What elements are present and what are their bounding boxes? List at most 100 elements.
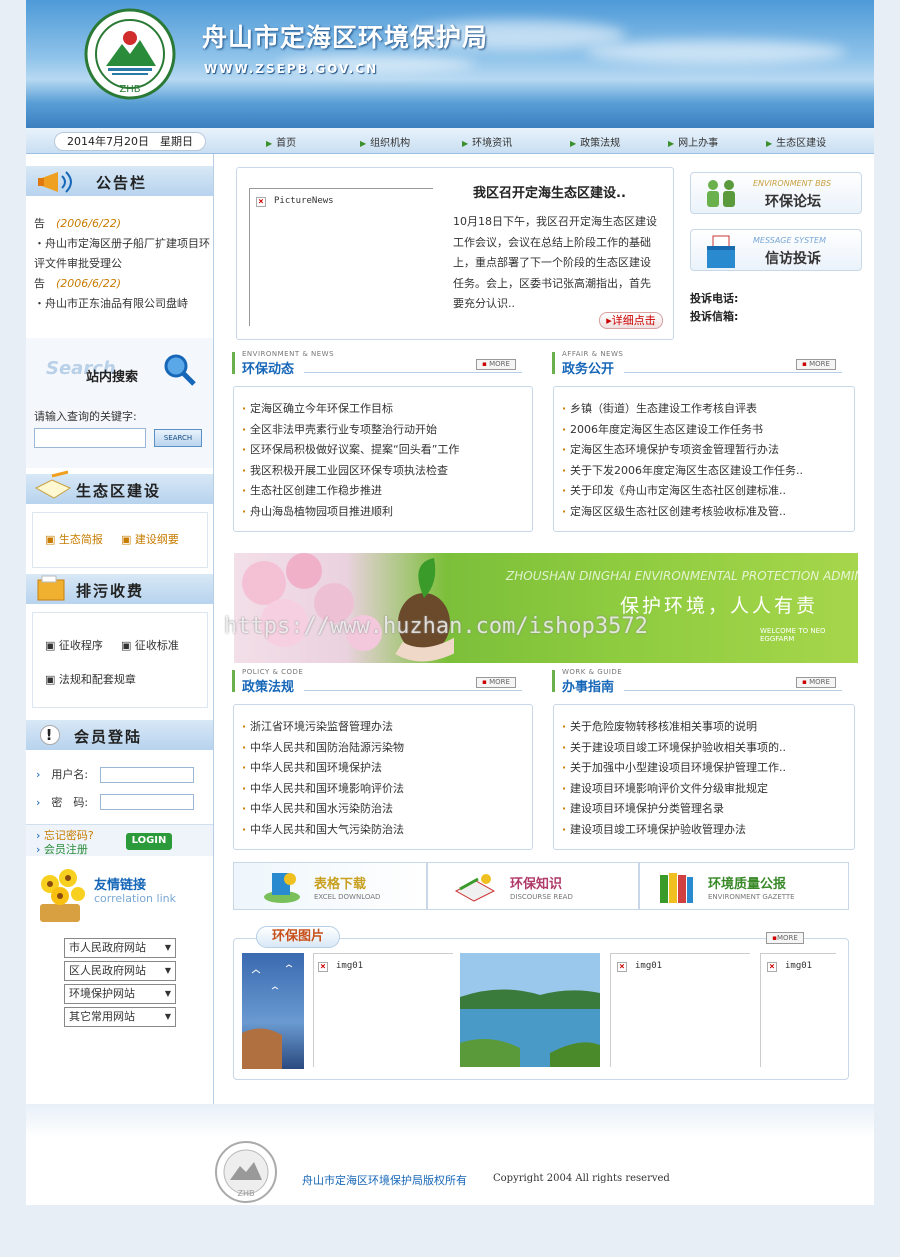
lake-photo[interactable] (460, 953, 600, 1067)
headline-title[interactable]: 我区召开定海生态区建设.. (473, 182, 626, 201)
list-item-text[interactable]: ・舟山市定海区册子船厂扩建项目环评文件审批受理公 (34, 234, 210, 274)
env-protection-select[interactable]: 环境保护网站 ▼ (64, 984, 176, 1004)
nav-organization[interactable]: ▶ 组织机构 (360, 134, 410, 149)
list-item[interactable]: 中华人民共和国环境保护法 (240, 758, 526, 779)
nav-env-news[interactable]: ▶ 环境资讯 (462, 134, 512, 149)
links-subtitle: correlation link (94, 892, 176, 905)
list-item[interactable]: 中华人民共和国环境影响评价法 (240, 779, 526, 800)
list-item[interactable]: 建设项目环境保护分类管理名录 (560, 799, 848, 820)
flower-icon (40, 869, 85, 922)
fee-links: ▣ 征收程序 ▣ 征收标准 ▣ 法规和配套规章 (32, 612, 208, 708)
city-gov-select[interactable]: 市人民政府网站 ▼ (64, 938, 176, 958)
broken-image-icon: × (617, 962, 627, 972)
list-item[interactable]: 建设项目竣工环境保护验收管理办法 (560, 820, 848, 841)
list-item[interactable]: 关于印发《舟山市定海区生态社区创建标准.. (560, 481, 848, 502)
left-sidebar: 公告栏 告 (2006/6/22) ・舟山市定海区册子船厂扩建项目环评文件审批受… (26, 154, 214, 1104)
complaint-button[interactable]: MESSAGE SYSTEM 信访投诉 (690, 229, 862, 271)
env-gazette-tab[interactable]: 环境质量公报 ENVIRONMENT GAZETTE (639, 862, 849, 910)
chevron-down-icon: ▼ (164, 966, 171, 975)
more-button[interactable]: ▪ MORE (796, 677, 836, 688)
fee-title: 排污收费 (76, 582, 145, 600)
folder-icon (37, 575, 65, 601)
login-actions: › 忘记密码? › 会员注册 LOGIN (26, 824, 213, 856)
list-item[interactable]: 定海区确立今年环保工作目标 (240, 399, 526, 420)
arrow-icon: ▶ (766, 139, 773, 148)
register-link[interactable]: › 会员注册 (36, 841, 88, 857)
list-item[interactable]: 我区积极开展工业园区环保专项执法检查 (240, 461, 526, 482)
eco-link-outline[interactable]: ▣ 建设纲要 (121, 531, 179, 547)
list-item[interactable]: 定海区生态环境保护专项资金管理暂行办法 (560, 440, 848, 461)
discourse-read-tab[interactable]: 环保知识 DISCOURSE READ (427, 862, 639, 910)
eco-link-brief[interactable]: ▣ 生态简报 (45, 531, 103, 547)
policy-header: POLICY & CODE 政策法规 ▪ MORE (232, 668, 522, 698)
excel-download-tab[interactable]: 表格下载 EXCEL DOWNLOAD (233, 862, 427, 910)
list-item[interactable]: 舟山海岛植物园项目推进顺利 (240, 502, 526, 523)
list-item[interactable]: 中华人民共和国防治陆源污染物 (240, 738, 526, 759)
list-item[interactable]: 关于建设项目竣工环境保护验收相关事项的.. (560, 738, 848, 759)
search-input[interactable] (34, 428, 146, 448)
nav-policy[interactable]: ▶ 政策法规 (570, 134, 620, 149)
env-bbs-button[interactable]: ENVIRONMENT BBS 环保论坛 (690, 172, 862, 214)
search-label: 请输入查询的关键字: (34, 410, 137, 423)
list-item[interactable]: 全区非法甲壳素行业专项整治行动开始 (240, 420, 526, 441)
nav-online-service[interactable]: ▶ 网上办事 (668, 134, 718, 149)
nav-eco-construction[interactable]: ▶ 生态区建设 (766, 134, 826, 149)
header-banner: ZHB 舟山市定海区环境保护局 WWW.ZSEPB.GOV.CN (26, 0, 874, 128)
photos-more-button[interactable]: ▪MORE (766, 932, 804, 944)
picture-news-image[interactable]: × PictureNews (249, 188, 433, 326)
env-news-header: ENVIRONMENT & NEWS 环保动态 ▪ MORE (232, 350, 522, 380)
chevron-down-icon: ▼ (164, 1012, 171, 1021)
links-title: 友情链接 (94, 878, 147, 893)
list-item[interactable]: 浙江省环境污染监督管理办法 (240, 717, 526, 738)
arrow-icon: ▶ (668, 139, 675, 148)
list-item[interactable]: 关于加强中小型建设项目环境保护管理工作.. (560, 758, 848, 779)
nav-bar: 2014年7月20日 星期日 ▶ 首页 ▶ 组织机构 ▶ 环境资讯 ▶ 政策法规 ▶ 网上… (26, 128, 874, 154)
seabird-photo[interactable] (242, 953, 304, 1069)
site-title: 舟山市定海区环境保护局 (202, 23, 489, 52)
books-icon (454, 874, 496, 902)
district-gov-select[interactable]: 区人民政府网站 ▼ (64, 961, 176, 981)
mailbox-icon (707, 235, 735, 268)
nav-home[interactable]: ▶ 首页 (266, 134, 296, 149)
fee-link-procedure[interactable]: ▣ 征收程序 (45, 637, 103, 653)
photo-placeholder[interactable]: × img01 (610, 953, 750, 1067)
list-item[interactable]: 定海区区级生态社区创建考核验收标准及管.. (560, 502, 848, 523)
notice-header: 公告栏 (26, 166, 213, 196)
list-item[interactable]: 关于下发2006年度定海区生态区建设工作任务.. (560, 461, 848, 482)
list-item[interactable]: 中华人民共和国大气污染防治法 (240, 820, 526, 841)
username-label: › 用户名: (36, 768, 89, 781)
list-item[interactable]: 告 (2006/6/22) (34, 274, 210, 294)
fee-link-regulations[interactable]: ▣ 法规和配套规章 (45, 671, 136, 687)
excel-icon (264, 873, 300, 903)
login-button[interactable]: LOGIN (126, 833, 172, 850)
detail-button[interactable]: ▸详细点击 (599, 312, 663, 329)
banner-slogan: 保护环境，人人有责 (620, 595, 819, 617)
magnifier-icon (164, 354, 196, 386)
more-button[interactable]: ▪ MORE (796, 359, 836, 370)
list-item[interactable]: 告 (2006/6/22) (34, 214, 210, 234)
fee-header: 排污收费 (26, 574, 213, 604)
photo-placeholder[interactable]: × img01 (313, 953, 453, 1067)
password-input[interactable] (100, 794, 194, 810)
friend-links: 友情链接 correlation link 市人民政府网站 ▼ 区人民政府网站 ▼ … (26, 856, 213, 1046)
list-item[interactable]: 2006年度定海区生态区建设工作任务书 (560, 420, 848, 441)
list-item[interactable]: 中华人民共和国水污染防治法 (240, 799, 526, 820)
list-item[interactable]: 建设项目环境影响评价文件分级审批规定 (560, 779, 848, 800)
svg-text:ZHB: ZHB (238, 1189, 255, 1198)
headline-panel: × PictureNews 我区召开定海生态区建设.. 10月18日下午，我区召… (236, 167, 674, 340)
notice-list: 告 (2006/6/22) ・舟山市定海区册子船厂扩建项目环评文件审批受理公 告… (34, 214, 210, 314)
photo-placeholder[interactable]: × img01 (760, 953, 836, 1067)
more-button[interactable]: ▪ MORE (476, 359, 516, 370)
headline-body: 10月18日下午，我区召开定海生态区建设工作会议，会议在总结上阶段工作的基础上，… (453, 215, 657, 310)
list-item[interactable]: 关于危险废物转移核准相关事项的说明 (560, 717, 848, 738)
list-item[interactable]: 生态社区创建工作稳步推进 (240, 481, 526, 502)
username-input[interactable] (100, 767, 194, 783)
other-sites-select[interactable]: 其它常用网站 ▼ (64, 1007, 176, 1027)
search-button[interactable]: SEARCH (154, 429, 202, 447)
fee-link-standard[interactable]: ▣ 征收标准 (121, 637, 179, 653)
list-item[interactable]: 区环保局积极做好议案、提案“回头看”工作 (240, 440, 526, 461)
list-item-text[interactable]: ・舟山市正东油品有限公司盘峙 (34, 294, 210, 314)
more-button[interactable]: ▪ MORE (476, 677, 516, 688)
list-item[interactable]: 乡镇（街道）生态建设工作考核自评表 (560, 399, 848, 420)
site-url: WWW.ZSEPB.GOV.CN (204, 62, 379, 76)
